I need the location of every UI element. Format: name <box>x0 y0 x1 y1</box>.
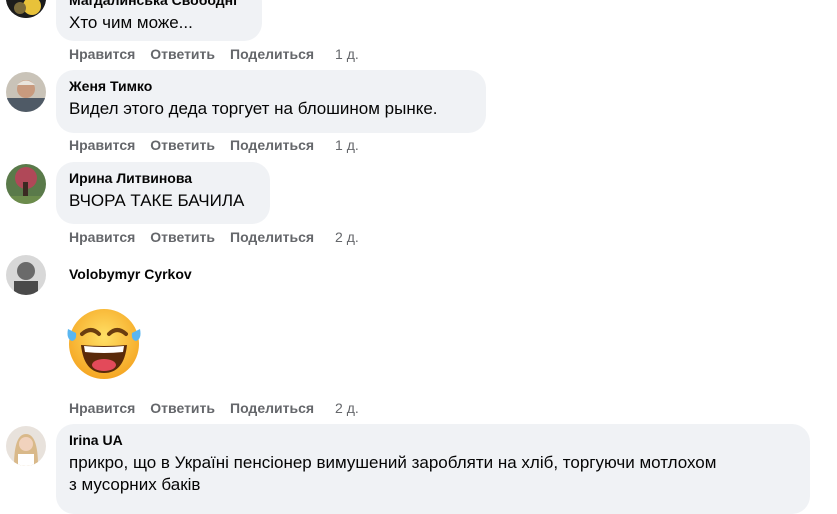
comment-bubble: Irina UA прикро, що в Україні пенсіонер … <box>56 424 810 514</box>
avatar-image <box>6 255 46 295</box>
reply-button[interactable]: Ответить <box>150 46 215 62</box>
comment-actions: Нравится Ответить Поделиться 2 д. <box>69 229 374 245</box>
avatar-image <box>6 0 46 18</box>
comment-time[interactable]: 1 д. <box>335 46 359 62</box>
comment-bubble: Ирина Литвинова ВЧОРА ТАКЕ БАЧИЛА <box>56 162 270 224</box>
reply-button[interactable]: Ответить <box>150 400 215 416</box>
avatar-image <box>6 72 46 112</box>
comment-author[interactable]: Магдалинська Свободні <box>69 0 250 9</box>
comment-time[interactable]: 2 д. <box>335 229 359 245</box>
comment-text: Видел этого деда торгует на блошином рын… <box>69 99 438 118</box>
avatar[interactable] <box>6 426 46 466</box>
comment-text: ВЧОРА ТАКЕ БАЧИЛА <box>69 191 245 210</box>
comment-author[interactable]: Volobymyr Cyrkov <box>69 265 192 283</box>
like-button[interactable]: Нравится <box>69 46 135 62</box>
like-button[interactable]: Нравится <box>69 229 135 245</box>
avatar-image <box>6 164 46 204</box>
comment-author[interactable]: Женя Тимко <box>69 77 474 95</box>
share-button[interactable]: Поделиться <box>230 137 314 153</box>
avatar[interactable] <box>6 164 46 204</box>
avatar[interactable] <box>6 0 46 18</box>
comment-text: прикро, що в Україні пенсіонер вимушений… <box>69 453 717 472</box>
comment-actions: Нравится Ответить Поделиться 1 д. <box>69 46 374 62</box>
comment-text-line-2: з мусорних баків <box>69 475 201 494</box>
share-button[interactable]: Поделиться <box>230 400 314 416</box>
avatar-image <box>6 426 46 466</box>
laughing-tears-emoji-icon <box>64 307 144 381</box>
comment-time[interactable]: 2 д. <box>335 400 359 416</box>
like-button[interactable]: Нравится <box>69 400 135 416</box>
comment-actions: Нравится Ответить Поделиться 2 д. <box>69 400 374 416</box>
share-button[interactable]: Поделиться <box>230 229 314 245</box>
reply-button[interactable]: Ответить <box>150 137 215 153</box>
like-button[interactable]: Нравится <box>69 137 135 153</box>
comment-bubble: Магдалинська Свободні Хто чим може... <box>56 0 262 41</box>
comment-time[interactable]: 1 д. <box>335 137 359 153</box>
comment-author[interactable]: Irina UA <box>69 431 798 449</box>
avatar[interactable] <box>6 72 46 112</box>
share-button[interactable]: Поделиться <box>230 46 314 62</box>
avatar[interactable] <box>6 255 46 295</box>
comment-text: Хто чим може... <box>69 13 193 32</box>
reply-button[interactable]: Ответить <box>150 229 215 245</box>
comment-actions: Нравится Ответить Поделиться 1 д. <box>69 137 374 153</box>
comment-bubble: Женя Тимко Видел этого деда торгует на б… <box>56 70 486 133</box>
comment-author[interactable]: Ирина Литвинова <box>69 169 258 187</box>
